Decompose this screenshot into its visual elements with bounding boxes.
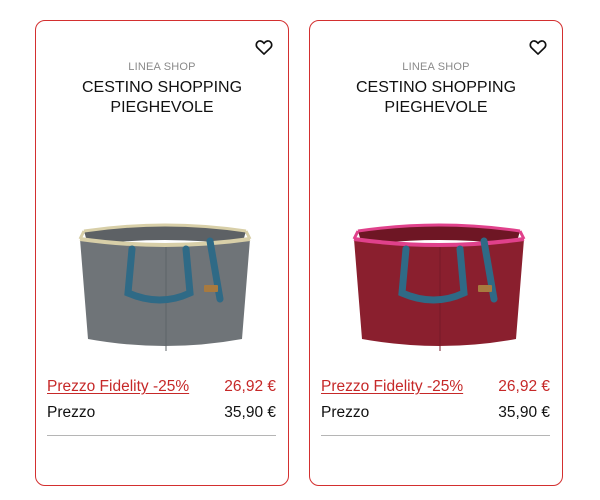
price-label: Prezzo <box>47 404 96 421</box>
product-card[interactable]: LINEA SHOP CESTINO SHOPPING PIEGHEVOLE P… <box>309 20 563 486</box>
brand-label: LINEA SHOP <box>128 61 196 73</box>
regular-price-row: Prezzo 35,90 € <box>47 404 276 422</box>
regular-price: 35,90 € <box>224 404 276 421</box>
product-image[interactable] <box>344 201 534 361</box>
heart-icon[interactable] <box>254 37 274 57</box>
fidelity-price-row: Prezzo Fidelity -25% 26,92 € <box>321 378 550 396</box>
fidelity-price-row: Prezzo Fidelity -25% 26,92 € <box>47 378 276 396</box>
regular-price: 35,90 € <box>498 404 550 421</box>
fidelity-label[interactable]: Prezzo Fidelity -25% <box>47 378 189 396</box>
fidelity-label[interactable]: Prezzo Fidelity -25% <box>321 378 463 396</box>
divider <box>321 435 550 436</box>
product-title[interactable]: CESTINO SHOPPING PIEGHEVOLE <box>330 78 542 118</box>
divider <box>47 435 276 436</box>
brand-label: LINEA SHOP <box>402 61 470 73</box>
heart-icon[interactable] <box>528 37 548 57</box>
fidelity-price: 26,92 € <box>224 378 276 395</box>
regular-price-row: Prezzo 35,90 € <box>321 404 550 422</box>
product-card[interactable]: LINEA SHOP CESTINO SHOPPING PIEGHEVOLE P… <box>35 20 289 486</box>
fidelity-price: 26,92 € <box>498 378 550 395</box>
product-image[interactable] <box>70 201 260 361</box>
price-label: Prezzo <box>321 404 370 421</box>
product-title[interactable]: CESTINO SHOPPING PIEGHEVOLE <box>56 78 268 118</box>
